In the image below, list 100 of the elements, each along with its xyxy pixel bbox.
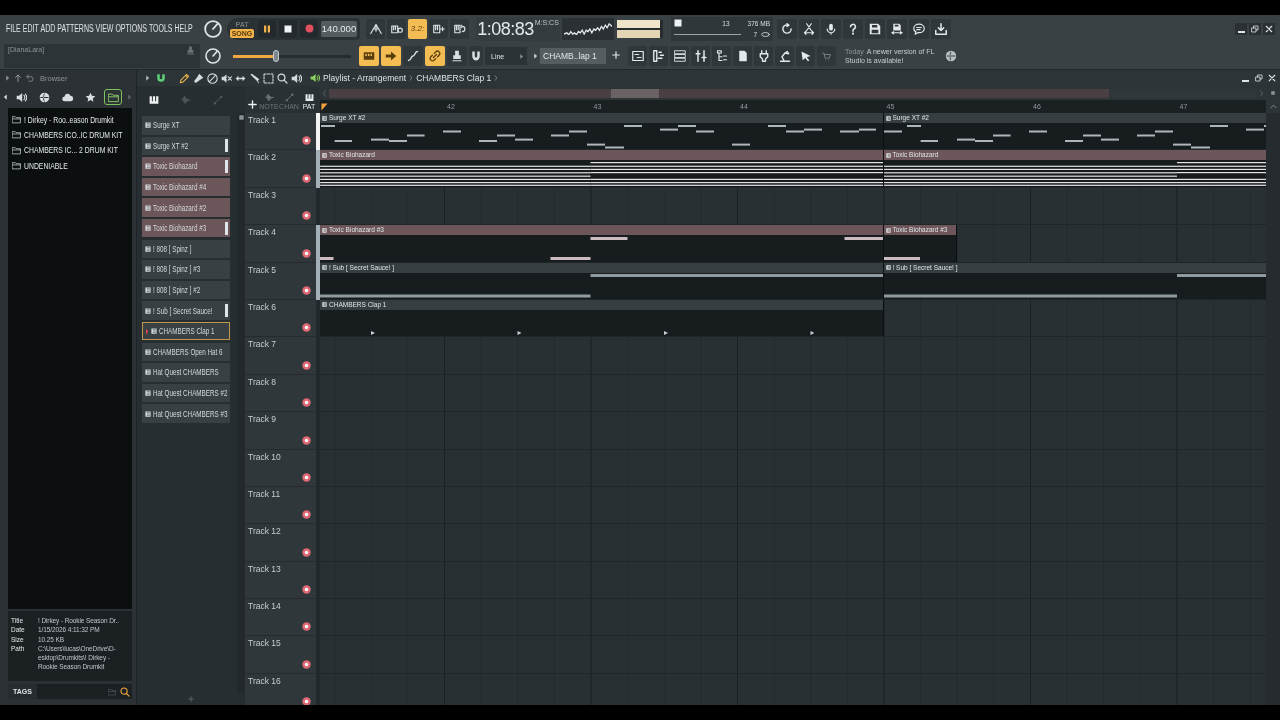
download-button[interactable] [931, 18, 951, 39]
pattern-item[interactable]: Surge XT #2 [142, 136, 230, 156]
track-header[interactable]: Track 11 [245, 486, 316, 525]
restore-button[interactable] [1249, 22, 1261, 35]
arrow-button[interactable] [381, 46, 401, 66]
microphone-button[interactable] [821, 18, 841, 39]
pitch-knob[interactable] [205, 48, 221, 64]
track-header[interactable]: Track 16 [245, 673, 316, 705]
tree-button[interactable] [712, 46, 731, 66]
playlist-button[interactable] [628, 46, 647, 66]
help-button[interactable] [843, 18, 863, 39]
pattern-item[interactable]: CHAMBERS Open Hat 6 [142, 342, 230, 362]
lamp-button[interactable] [775, 46, 794, 66]
track-header[interactable]: Track 4 [245, 225, 316, 263]
folder-tab[interactable] [104, 89, 123, 105]
add-track-button[interactable] [248, 100, 257, 109]
pointer-button[interactable] [796, 46, 815, 66]
pattern-item[interactable]: ! 808 [ Spinz ] #3 [142, 260, 230, 279]
caret-icon[interactable] [5, 75, 10, 81]
track-header[interactable]: Track 14 [245, 599, 316, 637]
pattern-item[interactable]: Toxic Biohazard #2 [142, 198, 230, 217]
track-header[interactable]: Track 12 [245, 524, 316, 562]
no-entry-icon[interactable] [207, 72, 218, 84]
menu-item[interactable]: VIEW [94, 22, 115, 35]
track-switch[interactable] [302, 136, 311, 146]
track-switch[interactable] [302, 248, 311, 258]
volume-knob[interactable] [204, 19, 222, 38]
close-button[interactable] [1266, 72, 1277, 84]
track-header[interactable]: Track 9 [245, 412, 316, 450]
track-switch[interactable] [302, 360, 311, 370]
track-switch[interactable] [302, 211, 311, 221]
menu-item[interactable]: TOOLS [147, 22, 174, 35]
track-header[interactable]: Track 8 [245, 374, 316, 413]
save-button[interactable] [865, 18, 885, 39]
caret-icon[interactable] [533, 53, 538, 59]
close-button[interactable] [1263, 22, 1275, 35]
track-lane[interactable] [320, 187, 1266, 226]
vertical-scrollbar[interactable] [1266, 113, 1280, 705]
pattern-item[interactable]: ! 808 [ Spinz ] #2 [142, 280, 230, 300]
loop-record-button[interactable] [450, 18, 469, 39]
mute-icon[interactable] [221, 72, 232, 84]
menu-item[interactable]: ADD [39, 22, 57, 35]
folder-item[interactable]: UNDENIABLE [8, 157, 132, 174]
restore-button[interactable] [1253, 72, 1264, 84]
magnet-icon[interactable] [156, 73, 166, 83]
menu-item[interactable]: EDIT [21, 22, 40, 35]
track-switch[interactable] [302, 398, 311, 408]
refresh-button[interactable] [777, 18, 797, 39]
track-header[interactable]: Track 10 [245, 449, 316, 487]
plug-button[interactable] [754, 46, 773, 66]
track-switch[interactable] [302, 622, 311, 632]
track-header[interactable]: Track 6 [245, 299, 316, 338]
piano-icon[interactable] [149, 94, 159, 105]
up-arrow-icon[interactable] [14, 74, 22, 82]
pattern-item[interactable]: Toxic Biohazard [142, 157, 230, 176]
add-pattern-button[interactable] [612, 51, 622, 61]
pattern-item[interactable]: CHAMBERS Clap 1 [142, 321, 230, 341]
speaker-icon[interactable] [291, 72, 302, 84]
track-switch[interactable] [302, 510, 311, 520]
magnet-button[interactable] [469, 46, 483, 66]
track-switch[interactable] [302, 285, 311, 295]
scissors-button[interactable] [799, 18, 819, 39]
select-icon[interactable] [263, 72, 274, 84]
menu-item[interactable]: HELP [173, 22, 194, 35]
pattern-item[interactable]: Hat Quest CHAMBERS #3 [142, 404, 230, 423]
search-icon[interactable] [120, 686, 130, 697]
track-header[interactable]: Track 2 [245, 150, 316, 188]
pause-button[interactable] [258, 19, 276, 38]
menu-item[interactable]: PATTERNS [56, 22, 95, 35]
step-edit-button[interactable] [429, 18, 448, 39]
chat-button[interactable] [909, 18, 929, 39]
piano-roll-button[interactable] [649, 46, 668, 66]
folder-item[interactable]: ! Dirkey - Roo..eason Drumkit [8, 112, 132, 128]
track-header[interactable]: Track 15 [245, 636, 316, 674]
pattern-item[interactable]: Hat Quest CHAMBERS #2 [142, 383, 230, 403]
folder-item[interactable]: CHAMBERS IC... 2 DRUM KIT [8, 142, 132, 158]
zoom-icon[interactable] [277, 72, 288, 84]
menu-item[interactable]: OPTIONS [114, 22, 148, 35]
knife-icon[interactable] [249, 72, 260, 84]
curve-button[interactable] [403, 46, 423, 66]
caret-icon[interactable] [3, 94, 8, 100]
undo-icon[interactable] [26, 74, 34, 82]
track-switch[interactable] [302, 173, 311, 183]
file-button[interactable] [733, 46, 752, 66]
countdown-button[interactable]: 3.2: [408, 18, 427, 39]
minimize-button[interactable] [1235, 22, 1247, 35]
slider-thumb[interactable] [273, 50, 280, 62]
metronome-button[interactable] [366, 18, 385, 39]
channel-rack-button[interactable] [670, 46, 689, 66]
pattern-item[interactable]: ! 808 [ Spinz ] [142, 239, 230, 259]
pattern-item[interactable]: Toxic Biohazard #4 [142, 177, 230, 197]
current-pattern[interactable]: CHAMBERS Clap 1 [416, 73, 492, 83]
pattern-item[interactable]: Toxic Biohazard #3 [142, 218, 230, 238]
record-button[interactable] [300, 19, 318, 38]
track-switch[interactable] [302, 323, 311, 333]
pattern-selector[interactable]: CHAMB..lap 1 [540, 48, 606, 64]
stop-button[interactable] [279, 19, 297, 38]
track-header[interactable]: Track 3 [245, 187, 316, 226]
track-switch[interactable] [302, 435, 311, 445]
track-header[interactable]: Track 1 [245, 113, 316, 151]
